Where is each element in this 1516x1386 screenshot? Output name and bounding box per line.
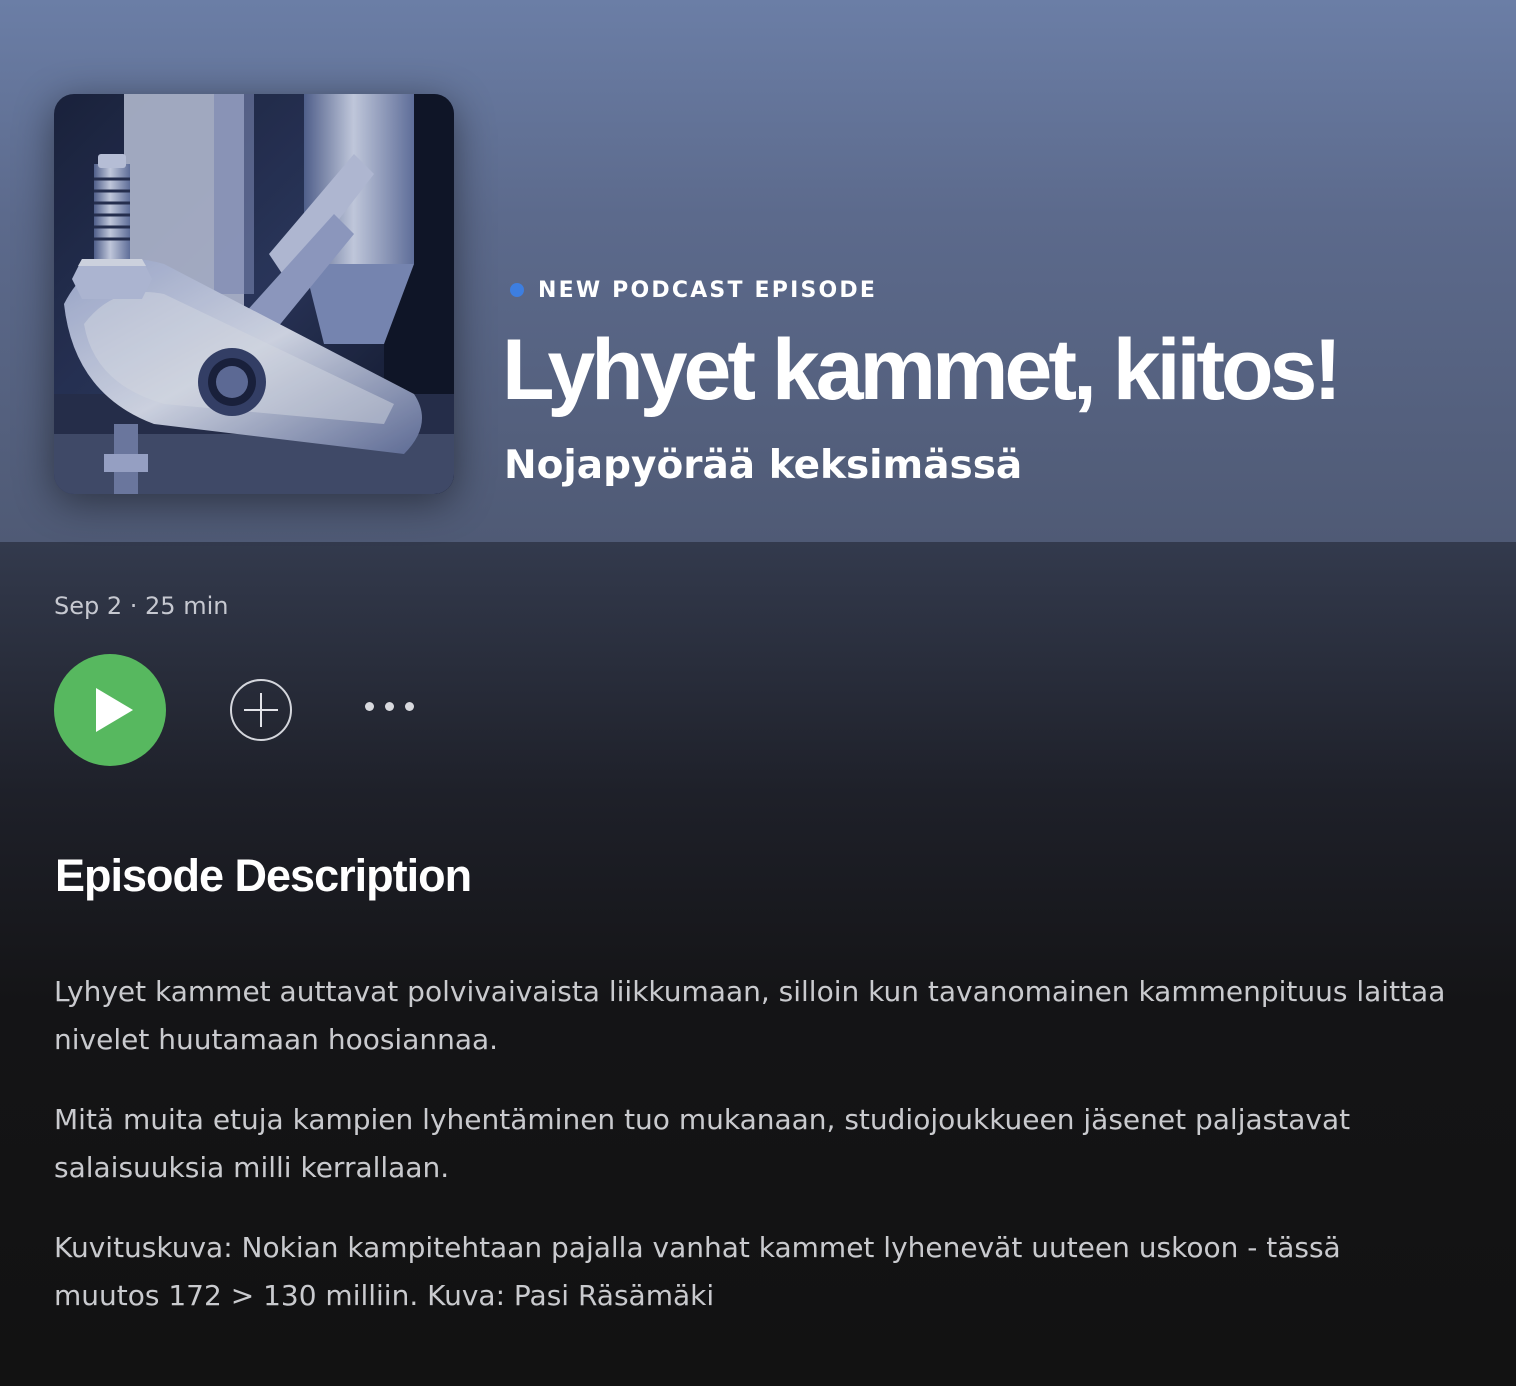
badge-label: NEW PODCAST EPISODE (538, 277, 878, 303)
episode-title: Lyhyet kammet, kiitos! (502, 322, 1342, 418)
new-episode-badge: NEW PODCAST EPISODE (510, 276, 877, 304)
episode-cover-image (54, 94, 454, 494)
description-heading: Episode Description (55, 850, 472, 901)
episode-description: Lyhyet kammet auttavat polvivaivaista li… (54, 968, 1454, 1352)
add-to-library-button[interactable] (230, 679, 292, 741)
ellipsis-icon-dot (385, 702, 394, 711)
description-paragraph: Mitä muita etuja kampien lyhentäminen tu… (54, 1103, 1351, 1184)
more-options-button[interactable] (356, 690, 424, 722)
play-button[interactable] (54, 654, 166, 766)
play-icon (96, 688, 133, 732)
new-indicator-dot (510, 283, 524, 297)
plus-circle-icon-vertical (260, 693, 262, 727)
show-name-link[interactable]: Nojapyörää keksimässä (504, 440, 1022, 492)
ellipsis-icon-dot (405, 702, 414, 711)
description-paragraph: Kuvituskuva: Nokian kampitehtaan pajalla… (54, 1231, 1341, 1312)
description-paragraph: Lyhyet kammet auttavat polvivaivaista li… (54, 975, 1446, 1056)
ellipsis-icon (365, 702, 374, 711)
episode-date-duration: Sep 2 · 25 min (54, 592, 229, 620)
